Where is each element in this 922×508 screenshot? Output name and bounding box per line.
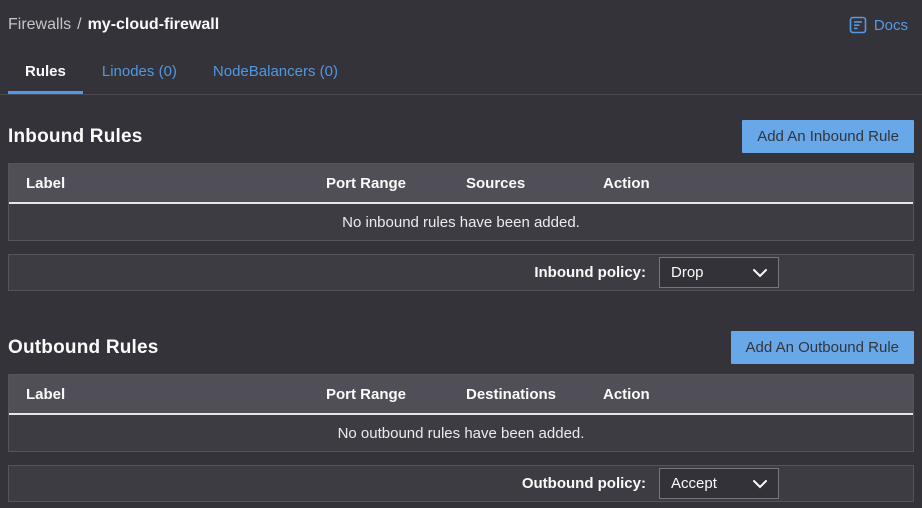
breadcrumb-separator: / [77, 16, 81, 34]
inbound-policy-value: Drop [671, 264, 704, 281]
inbound-column-sources: Sources [449, 175, 586, 192]
outbound-column-label: Label [9, 386, 309, 403]
breadcrumb-firewalls-link[interactable]: Firewalls [8, 16, 71, 34]
tab-rules[interactable]: Rules [8, 54, 83, 94]
outbound-rules-section: Outbound Rules Add An Outbound Rule Labe… [8, 331, 914, 502]
outbound-empty-message: No outbound rules have been added. [9, 415, 913, 451]
tab-bar: Rules Linodes (0) NodeBalancers (0) [0, 40, 922, 95]
docs-label: Docs [874, 17, 908, 34]
inbound-policy-label: Inbound policy: [534, 264, 646, 281]
inbound-empty-message: No inbound rules have been added. [9, 204, 913, 240]
breadcrumb: Firewalls / my-cloud-firewall [8, 16, 219, 34]
inbound-policy-select[interactable]: Drop [659, 257, 779, 288]
inbound-rules-table: Label Port Range Sources Action No inbou… [8, 163, 914, 241]
breadcrumb-current-firewall: my-cloud-firewall [88, 16, 220, 34]
inbound-table-header: Label Port Range Sources Action [9, 164, 913, 204]
tab-nodebalancers[interactable]: NodeBalancers (0) [196, 54, 355, 94]
rules-panel: Inbound Rules Add An Inbound Rule Label … [0, 120, 922, 502]
outbound-column-destinations: Destinations [449, 386, 586, 403]
tab-linodes[interactable]: Linodes (0) [85, 54, 194, 94]
add-inbound-rule-button[interactable]: Add An Inbound Rule [742, 120, 914, 153]
inbound-column-action: Action [586, 175, 913, 192]
inbound-column-port-range: Port Range [309, 175, 449, 192]
outbound-rules-table: Label Port Range Destinations Action No … [8, 374, 914, 452]
outbound-rules-title: Outbound Rules [8, 337, 159, 359]
outbound-policy-label: Outbound policy: [522, 475, 646, 492]
inbound-column-label: Label [9, 175, 309, 192]
outbound-column-port-range: Port Range [309, 386, 449, 403]
outbound-policy-row: Outbound policy: Accept [8, 465, 914, 502]
page-header: Firewalls / my-cloud-firewall Docs [0, 0, 922, 40]
inbound-rules-section: Inbound Rules Add An Inbound Rule Label … [8, 120, 914, 291]
inbound-policy-row: Inbound policy: Drop [8, 254, 914, 291]
outbound-policy-select[interactable]: Accept [659, 468, 779, 499]
docs-link[interactable]: Docs [849, 16, 908, 34]
outbound-column-action: Action [586, 386, 913, 403]
outbound-table-header: Label Port Range Destinations Action [9, 375, 913, 415]
chevron-down-icon [752, 268, 768, 278]
outbound-policy-value: Accept [671, 475, 717, 492]
chevron-down-icon [752, 479, 768, 489]
docs-icon [849, 16, 867, 34]
add-outbound-rule-button[interactable]: Add An Outbound Rule [731, 331, 914, 364]
inbound-rules-title: Inbound Rules [8, 126, 143, 148]
